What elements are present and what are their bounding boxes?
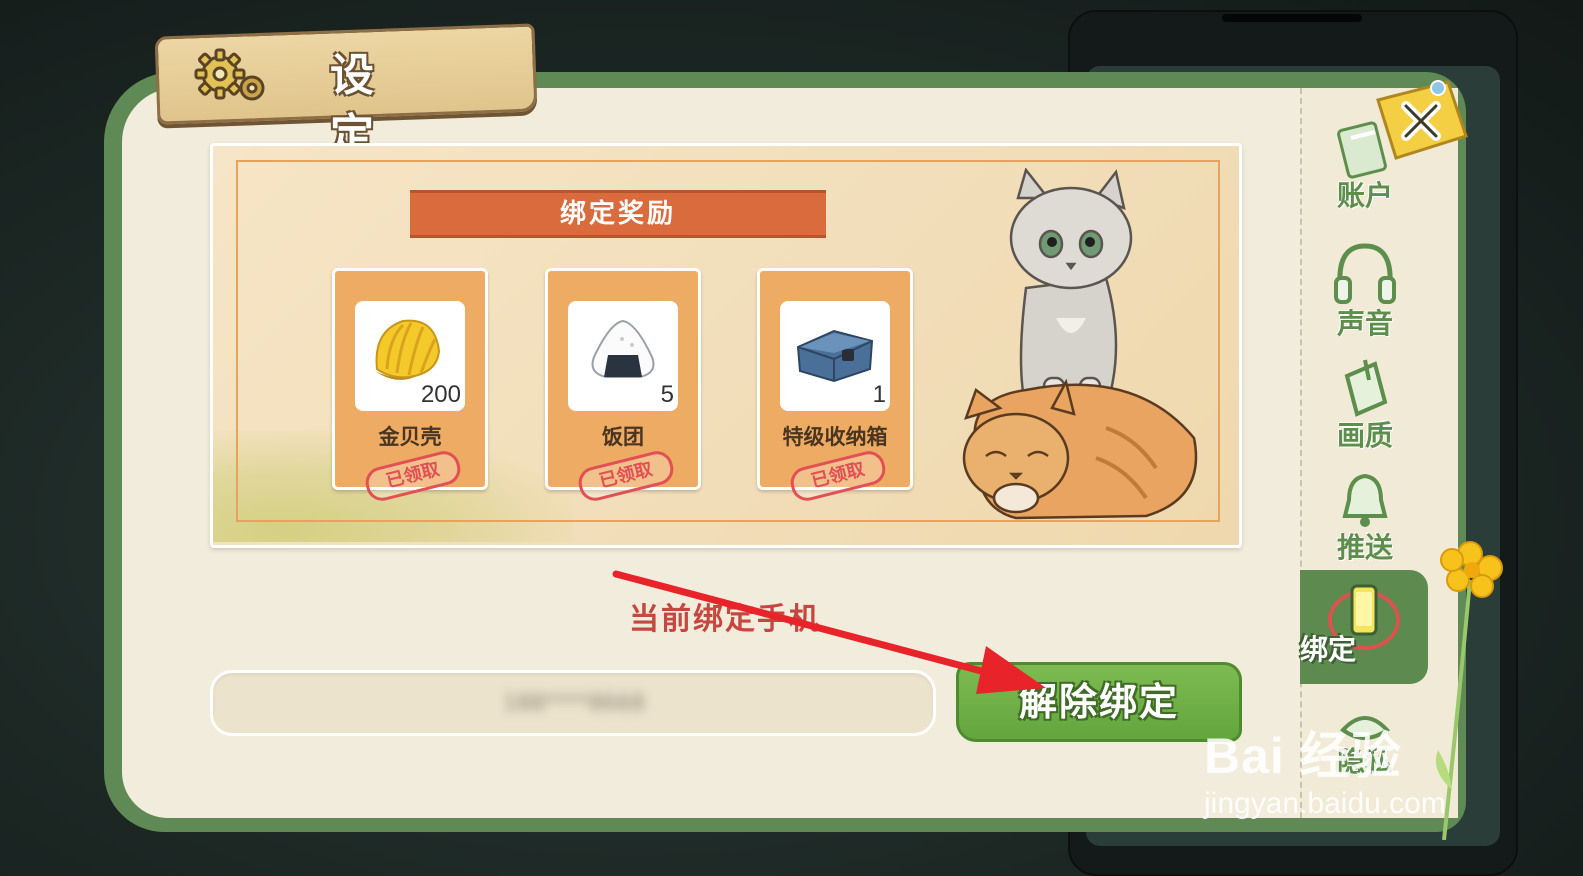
- reward-name: 饭团: [602, 425, 644, 449]
- reward-card-storage-box: 1 特级收纳箱 已领取: [757, 268, 913, 505]
- unbind-button[interactable]: 解除绑定: [956, 662, 1242, 742]
- tab-label: 绑定: [1300, 633, 1357, 666]
- reward-icon-box: 200: [355, 301, 465, 411]
- tab-label: 画质: [1336, 419, 1393, 452]
- bound-phone-label: 当前绑定手机: [629, 602, 821, 637]
- tab-label: 推送: [1336, 531, 1393, 564]
- baidu-watermark: Bai 经验 jingyan.baidu.com: [1204, 726, 1494, 836]
- watermark-url: jingyan.baidu.com: [1204, 787, 1446, 820]
- grey-cat: [1009, 168, 1133, 410]
- reward-card-rice-ball: 5 饭团 已领取: [545, 268, 701, 505]
- reward-icon-box: 5: [568, 301, 678, 411]
- reward-banner: 绑定奖励: [410, 190, 826, 238]
- rice-ball-icon: [591, 319, 655, 378]
- reward-icon-box: 1: [780, 301, 890, 411]
- gear-icon: [194, 48, 265, 101]
- phone-notch: [1222, 14, 1362, 22]
- watermark-brand: Bai 经验: [1204, 728, 1402, 784]
- tab-label: 账户: [1336, 179, 1393, 212]
- bell-icon: [1342, 473, 1388, 527]
- cats-illustration: [962, 168, 1198, 520]
- reward-count: 1: [872, 381, 886, 408]
- storage-box-icon: [796, 329, 874, 383]
- tab-quality[interactable]: 画质: [1310, 350, 1420, 460]
- close-button[interactable]: [1370, 80, 1470, 164]
- orange-cat: [962, 378, 1198, 520]
- page-title: 设 定: [330, 50, 400, 161]
- reward-name: 特级收纳箱: [782, 425, 888, 449]
- tab-label: 声音: [1336, 307, 1393, 340]
- tab-bind[interactable]: 绑定: [1300, 570, 1428, 684]
- reward-count: 5: [660, 381, 674, 408]
- reward-count: 200: [420, 381, 461, 408]
- reward-name: 金贝壳: [378, 425, 442, 449]
- reward-card-golden-shell: 200 金贝壳 已领取: [332, 268, 488, 505]
- bound-phone-field: 188****8668: [210, 670, 936, 736]
- bound-phone-value: 188****8668: [503, 691, 645, 716]
- picture-quality-icon: [1344, 359, 1388, 417]
- headphones-icon: [1334, 243, 1396, 304]
- tab-push[interactable]: 推送: [1310, 464, 1420, 574]
- tab-sound[interactable]: 声音: [1310, 232, 1420, 342]
- golden-shell-icon: [375, 319, 441, 380]
